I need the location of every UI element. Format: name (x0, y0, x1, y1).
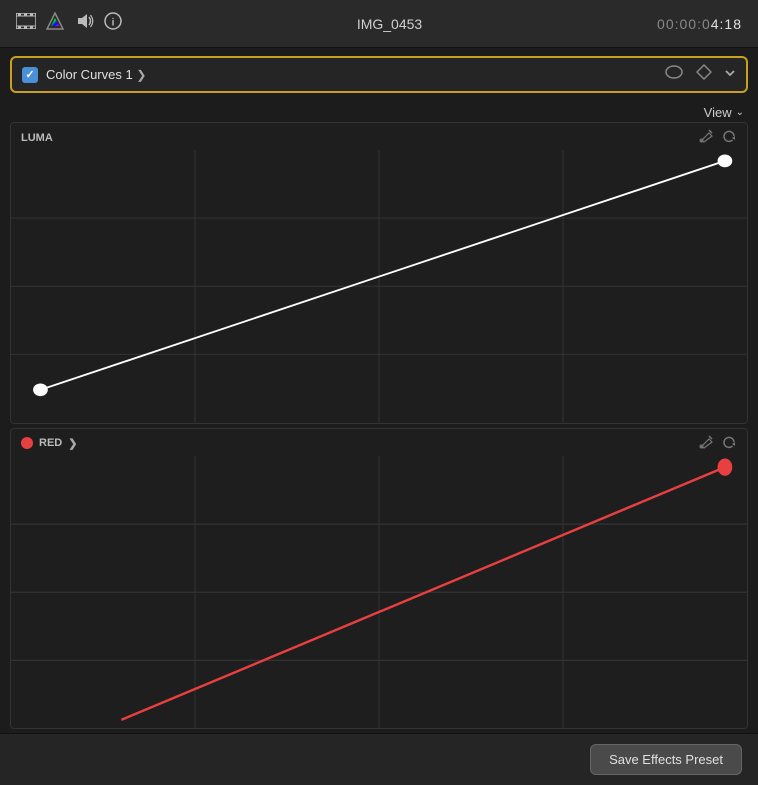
effect-header: Color Curves 1 ❯ (10, 56, 748, 93)
luma-curve-canvas[interactable] (11, 150, 747, 423)
red-header: RED ❯ (11, 429, 747, 456)
view-chevron-icon: ⌄ (736, 107, 744, 118)
luma-panel: LUMA (10, 122, 748, 424)
film-icon[interactable] (16, 13, 36, 34)
toolbar: i IMG_0453 00:00:04:18 (0, 0, 758, 48)
svg-text:i: i (112, 18, 115, 29)
keyframe-icon[interactable] (696, 64, 712, 85)
audio-icon[interactable] (74, 12, 94, 35)
app-container: i IMG_0453 00:00:04:18 Color Curves 1 ❯ (0, 0, 758, 785)
luma-reset-icon[interactable] (723, 129, 737, 146)
luma-header-icons (699, 129, 737, 146)
timecode-prefix: 00:00:0 (657, 16, 711, 32)
red-eyedropper-icon[interactable] (699, 435, 713, 452)
luma-header: LUMA (11, 123, 747, 150)
red-curve-canvas[interactable] (11, 456, 747, 729)
red-header-icons (699, 435, 737, 452)
toolbar-timecode: 00:00:04:18 (657, 16, 742, 32)
info-icon[interactable]: i (104, 12, 122, 35)
red-dot-indicator (21, 437, 33, 449)
view-button[interactable]: View ⌄ (704, 105, 744, 120)
toolbar-icons: i (16, 12, 122, 35)
toolbar-title: IMG_0453 (122, 16, 657, 32)
effect-icons-right (664, 64, 736, 85)
red-panel: RED ❯ (10, 428, 748, 730)
effect-name: Color Curves 1 ❯ (46, 67, 656, 82)
luma-eyedropper-icon[interactable] (699, 129, 713, 146)
effect-checkbox[interactable] (22, 67, 38, 83)
red-dropdown-arrow[interactable]: ❯ (68, 437, 77, 450)
mask-icon[interactable] (664, 64, 684, 85)
timecode-highlight: 4:18 (711, 16, 742, 32)
red-reset-icon[interactable] (723, 435, 737, 452)
view-row: View ⌄ (0, 101, 758, 122)
effect-dropdown-arrow[interactable]: ❯ (136, 68, 146, 82)
curves-area: LUMA (0, 122, 758, 733)
red-label: RED ❯ (21, 437, 77, 450)
luma-label: LUMA (21, 132, 53, 144)
bottom-bar: Save Effects Preset (0, 733, 758, 785)
color-icon[interactable] (46, 12, 64, 35)
save-effects-preset-button[interactable]: Save Effects Preset (590, 744, 742, 775)
effect-chevron-icon[interactable] (724, 66, 736, 84)
